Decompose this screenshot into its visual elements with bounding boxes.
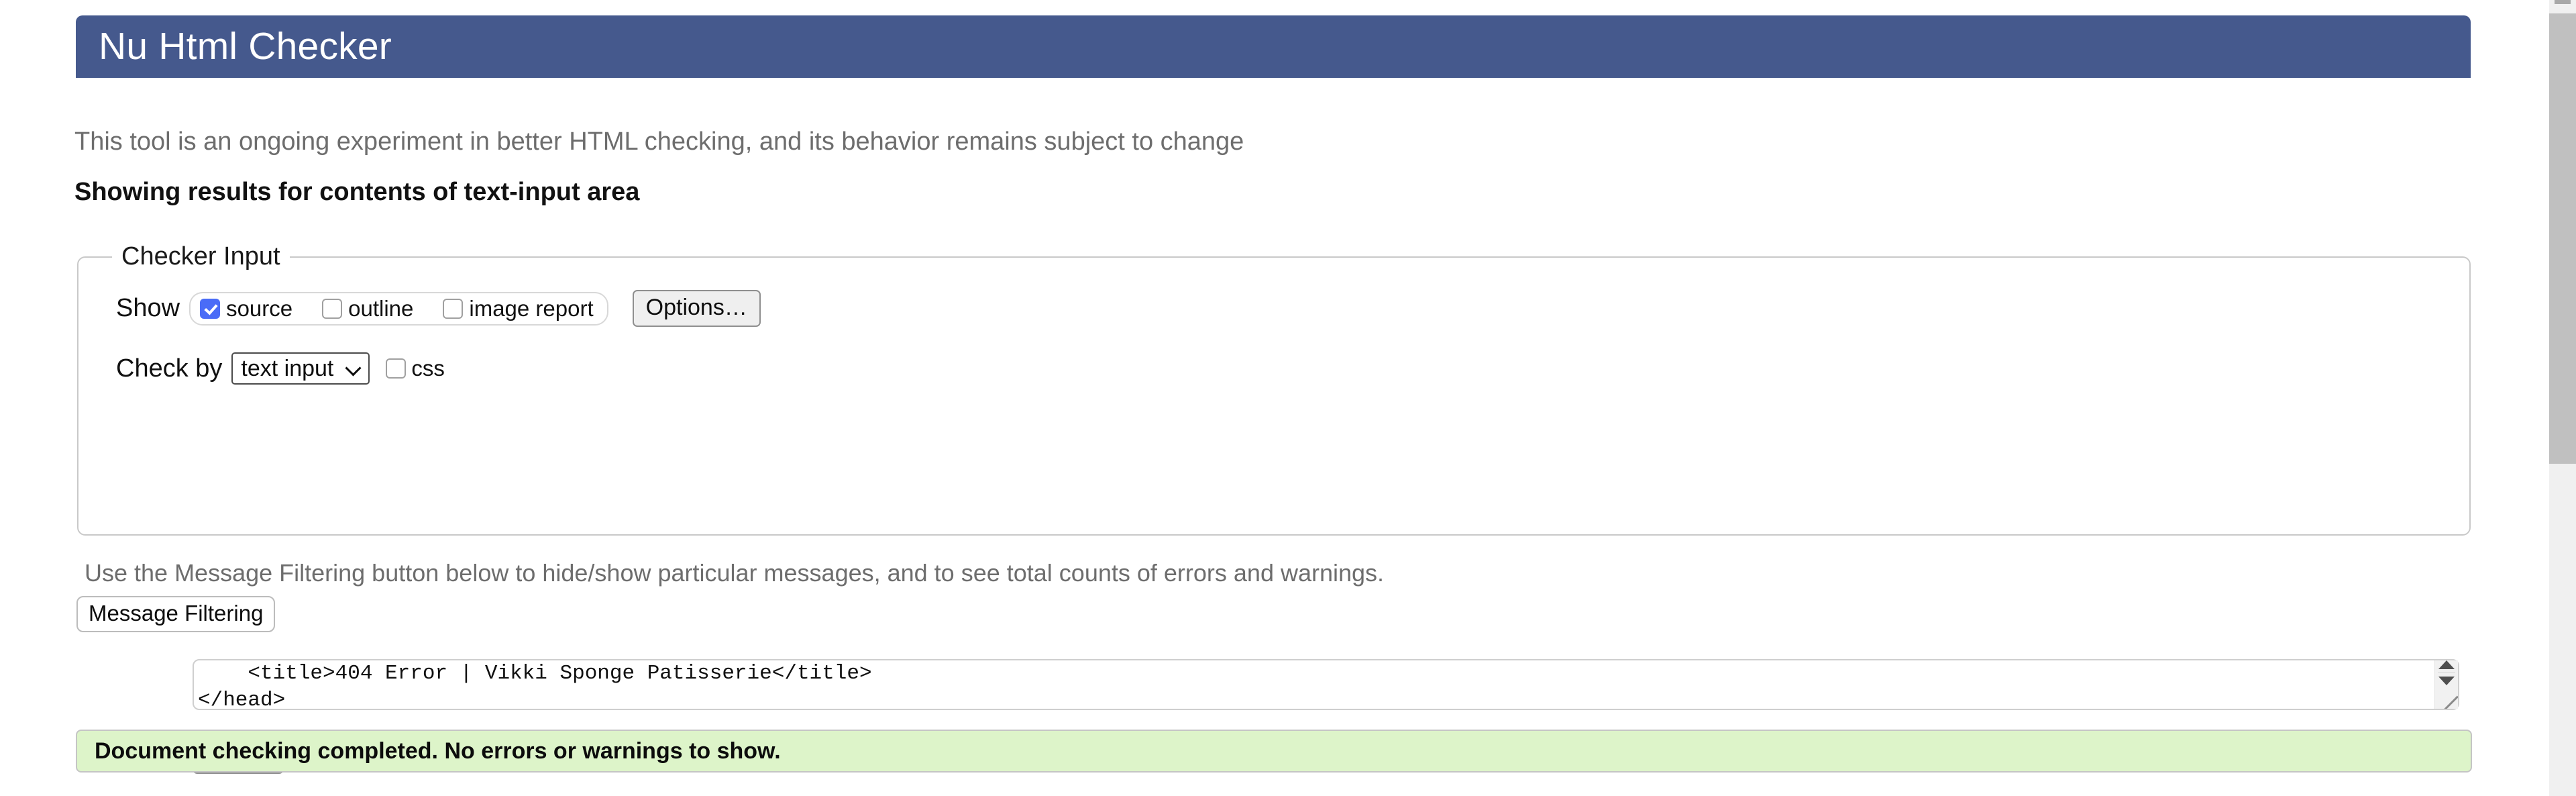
checkbox-label-outline: outline — [348, 295, 414, 321]
check-by-row: Check by text input css — [116, 352, 2469, 385]
source-textarea-wrapper: <title>404 Error | Vikki Sponge Patisser… — [193, 659, 2459, 710]
page-scrollbar[interactable] — [2549, 0, 2576, 796]
check-by-label: Check by — [116, 354, 223, 383]
checkbox-item-image-report[interactable]: image report — [443, 295, 594, 321]
check-by-select-value: text input — [241, 355, 334, 381]
checkbox-css[interactable] — [386, 358, 407, 379]
checkbox-label-css: css — [411, 356, 445, 381]
checkbox-image-report[interactable] — [443, 298, 464, 319]
checker-input-fieldset: Checker Input Show source outline image … — [77, 242, 2471, 775]
check-by-select[interactable]: text input — [231, 352, 370, 385]
results-success-banner: Document checking completed. No errors o… — [76, 730, 2472, 773]
options-button[interactable]: Options… — [632, 290, 761, 328]
show-row: Show source outline image report Options… — [116, 290, 2469, 328]
checkbox-label-image-report: image report — [469, 295, 594, 321]
results-banner-text: Document checking completed. No errors o… — [95, 738, 781, 764]
checker-input-legend: Checker Input — [121, 242, 280, 270]
source-line-1: <title>404 Error | Vikki Sponge Patisser… — [198, 662, 872, 685]
show-label: Show — [116, 294, 180, 323]
page-container: Nu Html Checker This tool is an ongoing … — [0, 0, 2549, 796]
source-line-2: </head> — [198, 689, 286, 710]
checkbox-item-outline[interactable]: outline — [322, 296, 413, 321]
checkbox-label-source: source — [226, 295, 293, 321]
message-filtering-button[interactable]: Message Filtering — [76, 596, 276, 632]
checkbox-source[interactable] — [200, 298, 221, 319]
page-scrollbar-thumb[interactable] — [2549, 13, 2576, 464]
intro-text: This tool is an ongoing experiment in be… — [74, 128, 1244, 156]
source-textarea[interactable]: <title>404 Error | Vikki Sponge Patisser… — [193, 659, 2459, 710]
page-scrollbar-top-cap — [2555, 0, 2571, 4]
page-banner: Nu Html Checker — [76, 15, 2471, 78]
checkbox-item-source[interactable]: source — [200, 296, 292, 321]
results-heading: Showing results for contents of text-inp… — [74, 178, 640, 206]
scroll-up-arrow-icon[interactable] — [2438, 660, 2455, 669]
textarea-resize-grip-icon[interactable] — [2440, 691, 2458, 709]
chevron-down-icon — [347, 361, 362, 376]
checkbox-item-css[interactable]: css — [386, 356, 445, 381]
scroll-down-arrow-icon[interactable] — [2438, 677, 2455, 685]
show-checkbox-group: source outline image report — [189, 291, 608, 326]
message-filtering-note: Use the Message Filtering button below t… — [85, 559, 1385, 587]
page-title: Nu Html Checker — [99, 25, 392, 68]
checkbox-outline[interactable] — [322, 298, 343, 319]
